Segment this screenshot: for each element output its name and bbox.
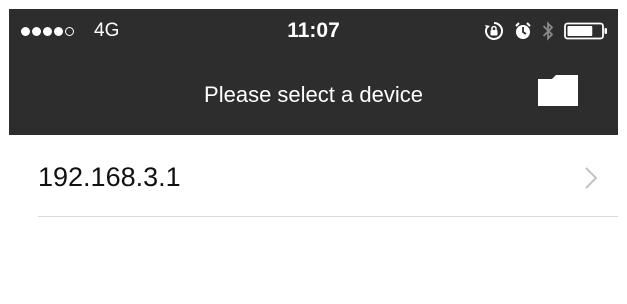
status-icons [484,19,608,43]
page-title: Please select a device [204,82,423,107]
bluetooth-icon [542,20,554,42]
battery-icon [564,22,608,40]
folder-icon [538,75,578,106]
screen: 4G 11:07 Please select a device 192.168.… [0,0,627,304]
device-address: 192.168.3.1 [38,162,181,192]
app-window: 4G 11:07 Please select a device 192.168.… [9,9,618,304]
navigation-bar: Please select a device [9,53,618,135]
status-bar: 4G 11:07 [9,9,618,53]
rotation-lock-icon [484,21,504,41]
device-list: 192.168.3.1 [9,135,618,217]
row-divider [38,216,618,217]
folder-button[interactable] [536,73,580,107]
alarm-icon [514,21,532,41]
chevron-right-icon [584,166,598,195]
device-row[interactable]: 192.168.3.1 [9,135,618,217]
